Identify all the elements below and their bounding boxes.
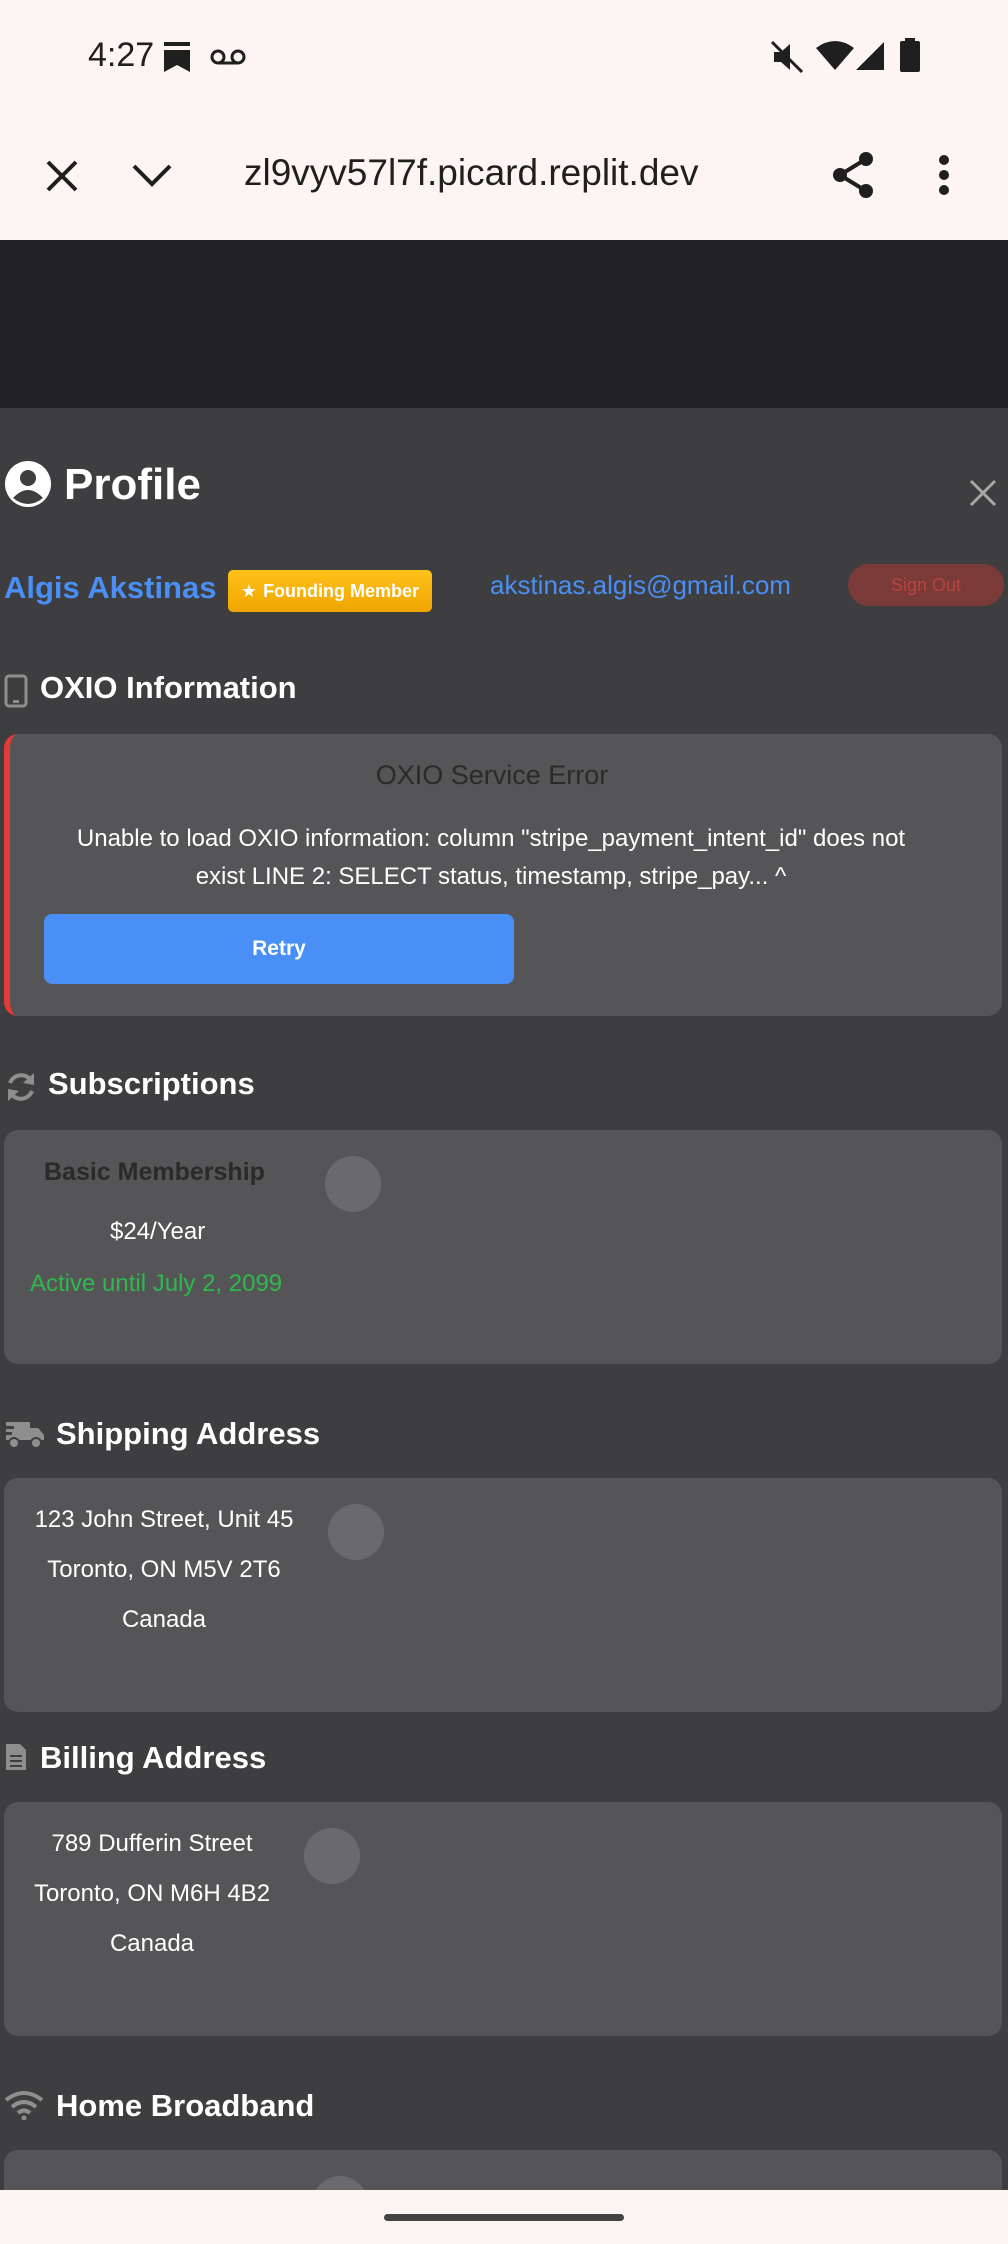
more-options-icon[interactable] — [936, 154, 952, 201]
close-tab-icon[interactable] — [42, 156, 82, 201]
retry-button[interactable]: Retry — [44, 914, 514, 984]
oxio-error-line-2: exist LINE 2: SELECT status, timestamp, … — [195, 863, 787, 890]
voicemail-icon — [210, 46, 246, 73]
founding-member-badge: ★ Founding Member — [228, 570, 432, 612]
billing-line-3: Canada — [109, 1930, 195, 1957]
shipping-edit-button[interactable] — [328, 1504, 384, 1560]
badge-label: Founding Member — [263, 580, 420, 601]
page-header-backdrop — [0, 240, 1008, 408]
chevron-down-icon[interactable] — [130, 160, 174, 195]
subscriptions-section-title: Subscriptions — [48, 1066, 255, 1101]
retry-label: Retry — [252, 937, 306, 960]
truck-icon — [4, 1418, 46, 1455]
url-bar[interactable]: zl9vyv57l7f.picard.replit.dev — [244, 152, 699, 194]
star-icon: ★ — [240, 580, 258, 601]
billing-edit-button[interactable] — [304, 1828, 360, 1884]
oxio-section-title: OXIO Information — [40, 670, 297, 705]
mute-icon — [770, 40, 804, 79]
battery-icon — [898, 38, 922, 77]
user-name: Algis Akstinas — [4, 570, 217, 605]
wifi-signal-icon — [4, 2090, 44, 2125]
shipping-address-lines: 123 John Street, Unit 45 Toronto, ON M5V… — [22, 1506, 306, 1656]
subscription-action-button[interactable] — [325, 1156, 381, 1212]
billing-line-1: 789 Dufferin Street — [51, 1830, 253, 1857]
billing-section-title: Billing Address — [40, 1740, 267, 1775]
oxio-error-message: Unable to load OXIO information: column … — [10, 820, 972, 896]
profile-title: Profile — [64, 460, 201, 509]
broadband-section-title: Home Broadband — [56, 2088, 315, 2123]
shipping-line-1: 123 John Street, Unit 45 — [34, 1506, 294, 1533]
oxio-error-line-1: Unable to load OXIO information: column … — [76, 825, 906, 852]
close-modal-icon[interactable] — [968, 478, 998, 513]
document-icon — [4, 1742, 28, 1777]
sign-out-label: Sign Out — [890, 574, 962, 595]
bookmark-icon — [162, 40, 192, 79]
plan-name: Basic Membership — [44, 1158, 265, 1186]
shipping-line-2: Toronto, ON M5V 2T6 — [47, 1556, 281, 1583]
plan-status: Active until July 2, 2099 — [30, 1270, 283, 1297]
oxio-error-title: OXIO Service Error — [375, 760, 609, 790]
user-circle-icon — [4, 460, 52, 513]
user-email[interactable]: akstinas.algis@gmail.com — [490, 570, 791, 601]
shipping-line-3: Canada — [121, 1606, 207, 1633]
signal-icon — [856, 40, 886, 75]
billing-line-2: Toronto, ON M6H 4B2 — [33, 1880, 271, 1907]
share-icon[interactable] — [830, 150, 876, 205]
wifi-icon — [816, 40, 854, 75]
status-time: 4:27 — [88, 36, 155, 74]
plan-price: $24/Year — [110, 1218, 206, 1245]
phone-icon — [4, 674, 28, 713]
refresh-icon — [4, 1070, 38, 1109]
home-gesture-handle[interactable] — [384, 2214, 624, 2221]
billing-address-lines: 789 Dufferin Street Toronto, ON M6H 4B2 … — [22, 1830, 282, 1980]
shipping-section-title: Shipping Address — [56, 1416, 321, 1451]
sign-out-button[interactable]: Sign Out — [848, 564, 1004, 606]
